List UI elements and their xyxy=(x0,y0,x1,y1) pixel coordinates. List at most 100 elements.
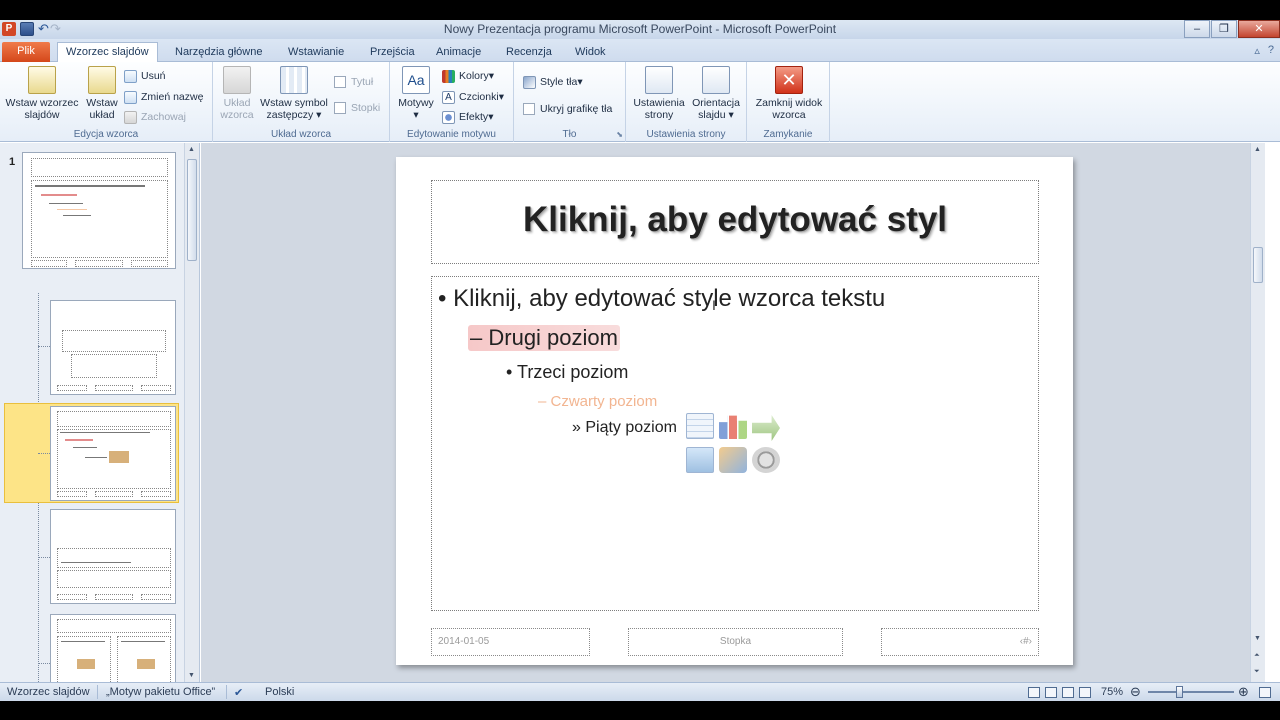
insert-layout-label: Wstaw układ xyxy=(86,97,118,121)
themes-button[interactable]: Aa Motywy ▾ xyxy=(394,66,438,121)
slide-thumbnail-pane: 1 ▲ ▼ xyxy=(0,143,200,682)
themes-dropdown-icon: ▾ xyxy=(413,109,419,121)
tab-file[interactable]: Plik xyxy=(2,42,50,62)
thumb-title-box xyxy=(62,330,166,352)
page-setup-button[interactable]: Ustawienia strony xyxy=(630,66,688,121)
thumb-body-box xyxy=(31,180,168,258)
content-placeholder[interactable]: • Kliknij, aby edytować style wzorca tek… xyxy=(431,276,1039,611)
effects-dropdown-icon: ▾ xyxy=(488,111,494,123)
thumb-text-line xyxy=(65,439,93,441)
window-controls: – ❐ ✕ xyxy=(1183,20,1280,38)
effects-button[interactable]: Efekty ▾ xyxy=(442,109,493,125)
layout-connector-line xyxy=(38,453,50,454)
footer-slide-number-placeholder[interactable]: ‹#› xyxy=(881,628,1039,656)
insert-smartart-icon[interactable] xyxy=(752,415,780,441)
background-styles-button[interactable]: Style tła ▾ xyxy=(523,74,583,90)
scroll-down-icon[interactable]: ▼ xyxy=(188,672,195,679)
dialog-launcher-icon[interactable]: ⬊ xyxy=(616,130,623,139)
preserve-button[interactable]: Zachowaj xyxy=(124,109,186,125)
master-layout-button[interactable]: Układ wzorca xyxy=(217,66,257,121)
footer-text-placeholder[interactable]: Stopka xyxy=(628,628,843,656)
insert-layout-button[interactable]: Wstaw układ xyxy=(82,66,122,121)
help-icon[interactable]: ? xyxy=(1268,44,1274,57)
insert-placeholder-button[interactable]: Wstaw symbol zastępczy ▾ xyxy=(257,66,331,121)
canvas-scroll-thumb[interactable] xyxy=(1253,247,1263,283)
restore-button[interactable]: ❐ xyxy=(1211,20,1237,38)
preserve-label: Zachowaj xyxy=(141,111,186,123)
slide-master-canvas[interactable]: Kliknij, aby edytować styl • Kliknij, ab… xyxy=(396,157,1073,665)
thumbnail-layout-title-slide[interactable] xyxy=(50,300,176,395)
insert-clipart-icon[interactable] xyxy=(719,447,747,473)
thumbnail-layout-two-content[interactable] xyxy=(50,614,176,682)
rename-button[interactable]: Zmień nazwę xyxy=(124,89,203,105)
bullet-level-4: – xyxy=(538,393,547,410)
tab-home[interactable]: Narzędzia główne xyxy=(167,43,270,62)
previous-slide-icon[interactable]: ⏶ xyxy=(1254,652,1260,660)
tab-insert[interactable]: Wstawianie xyxy=(280,43,352,62)
title-placeholder[interactable]: Kliknij, aby edytować styl xyxy=(431,180,1039,264)
insert-chart-icon[interactable] xyxy=(719,415,747,439)
group-page-setup: Ustawienia strony Orientacja slajdu ▾ Us… xyxy=(626,62,747,142)
hide-background-graphics-checkbox[interactable]: Ukryj grafikę tła xyxy=(523,101,612,117)
text-cursor-icon: I xyxy=(712,297,716,313)
delete-label: Usuń xyxy=(141,70,166,82)
zoom-slider-track[interactable] xyxy=(1148,691,1234,693)
zoom-in-icon[interactable]: ⊕ xyxy=(1238,684,1249,700)
colors-icon xyxy=(442,69,455,83)
normal-view-icon[interactable] xyxy=(1028,687,1040,698)
thumb-content-icons xyxy=(77,659,95,669)
canvas-scrollbar[interactable]: ▲ ▼ ⏶ ⏷ xyxy=(1250,143,1265,682)
footer-date-placeholder[interactable]: 2014-01-05 xyxy=(431,628,590,656)
group-label-background: Tło xyxy=(562,129,577,140)
minimize-ribbon-icon[interactable]: ▵ xyxy=(1254,44,1260,57)
slide-orientation-button[interactable]: Orientacja slajdu ▾ xyxy=(688,66,744,121)
minimize-button[interactable]: – xyxy=(1184,20,1210,38)
status-view-name: Wzorzec slajdów xyxy=(7,686,90,698)
themes-label: Motywy xyxy=(398,97,434,109)
tab-review[interactable]: Recenzja xyxy=(498,43,560,62)
layout-connector-line xyxy=(38,346,50,347)
hide-background-graphics-box[interactable] xyxy=(523,103,535,115)
slide-show-view-icon[interactable] xyxy=(1079,687,1091,698)
footers-checkbox-box[interactable] xyxy=(334,102,346,114)
title-checkbox[interactable]: Tytuł xyxy=(334,74,373,90)
thumbnail-number: 1 xyxy=(9,156,16,168)
close-master-view-button[interactable]: ✕ Zamknij widok wzorca xyxy=(749,66,829,121)
scroll-down-icon[interactable]: ▼ xyxy=(1254,635,1261,642)
status-theme-name[interactable]: „Motyw pakietu Office” xyxy=(106,686,215,698)
group-background: Style tła ▾ Ukryj grafikę tła Tło ⬊ xyxy=(514,62,626,142)
thumbnail-layout-title-content[interactable] xyxy=(50,406,176,501)
colors-button[interactable]: Kolory ▾ xyxy=(442,68,494,84)
zoom-slider-thumb[interactable] xyxy=(1176,686,1183,698)
insert-picture-icon[interactable] xyxy=(686,447,714,473)
spelling-check-icon[interactable]: ✔ xyxy=(234,686,243,699)
thumbnail-slide-master[interactable] xyxy=(22,152,176,269)
status-separator xyxy=(97,685,98,699)
tab-transitions[interactable]: Przejścia xyxy=(362,43,423,62)
status-language[interactable]: Polski xyxy=(265,686,294,698)
close-window-button[interactable]: ✕ xyxy=(1238,20,1280,38)
pane-scroll-thumb[interactable] xyxy=(187,159,197,261)
delete-button[interactable]: Usuń xyxy=(124,68,166,84)
insert-media-icon[interactable] xyxy=(752,447,780,473)
scroll-up-icon[interactable]: ▲ xyxy=(1254,146,1261,153)
tab-animations[interactable]: Animacje xyxy=(428,43,489,62)
title-checkbox-box[interactable] xyxy=(334,76,346,88)
zoom-out-icon[interactable]: ⊖ xyxy=(1130,684,1141,700)
slide-sorter-view-icon[interactable] xyxy=(1045,687,1057,698)
fit-to-window-icon[interactable] xyxy=(1259,687,1271,698)
footers-checkbox[interactable]: Stopki xyxy=(334,100,380,116)
next-slide-icon[interactable]: ⏷ xyxy=(1254,668,1260,676)
fonts-dropdown-icon: ▾ xyxy=(498,91,504,103)
zoom-level[interactable]: 75% xyxy=(1101,686,1123,698)
insert-slide-master-button[interactable]: Wstaw wzorzec slajdów xyxy=(2,66,82,121)
reading-view-icon[interactable] xyxy=(1062,687,1074,698)
tab-slide-master[interactable]: Wzorzec slajdów xyxy=(57,42,158,62)
scroll-up-icon[interactable]: ▲ xyxy=(188,146,195,153)
slide-orientation-icon xyxy=(702,66,730,94)
tab-view[interactable]: Widok xyxy=(567,43,614,62)
thumbnail-layout-section-header[interactable] xyxy=(50,509,176,604)
pane-scrollbar[interactable]: ▲ ▼ xyxy=(184,143,199,682)
fonts-button[interactable]: A Czcionki ▾ xyxy=(442,89,504,105)
insert-table-icon[interactable] xyxy=(686,413,714,439)
